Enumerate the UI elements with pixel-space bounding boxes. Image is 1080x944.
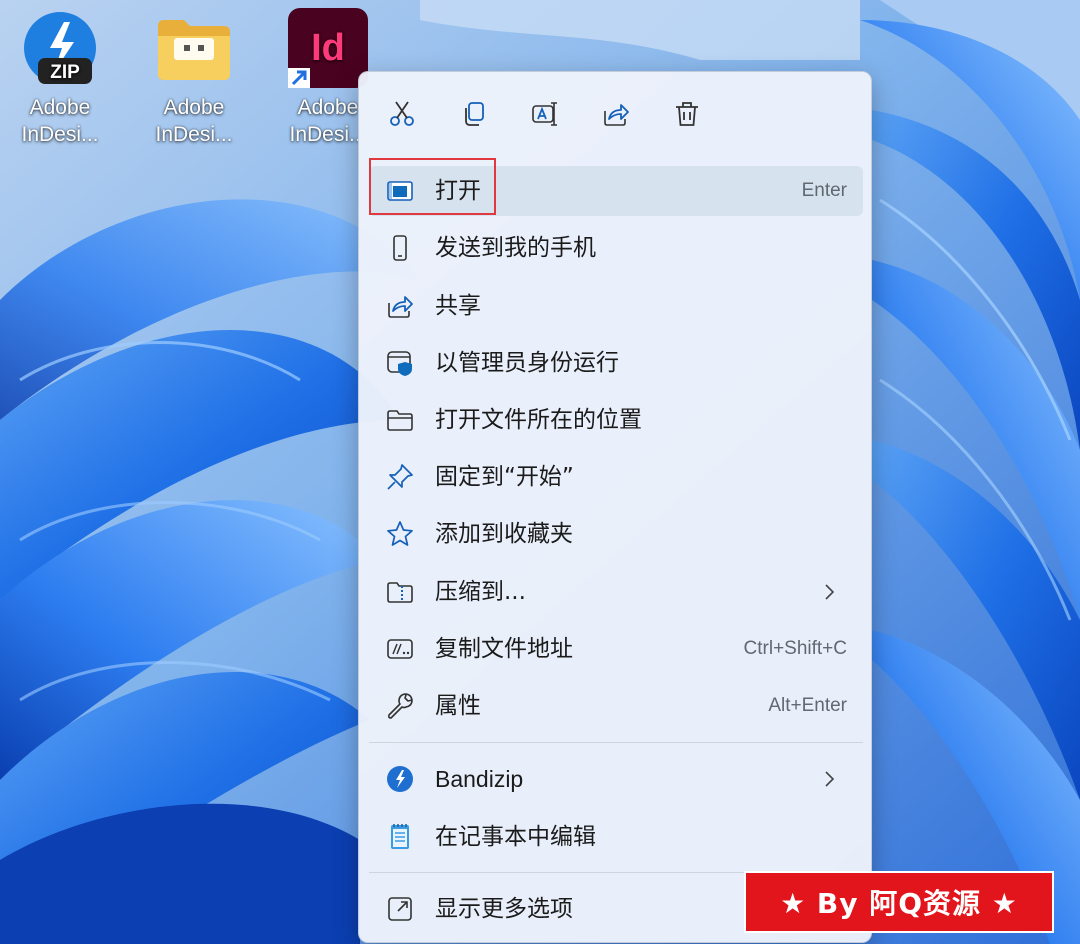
highlight-annotation-box: [369, 158, 496, 215]
phone-icon: [385, 233, 415, 263]
rename-button[interactable]: [523, 92, 567, 136]
menu-item-label: 压缩到...: [435, 579, 526, 605]
share-icon: [604, 104, 629, 126]
menu-item-bandizip[interactable]: Bandizip: [369, 754, 863, 804]
copy-button[interactable]: [452, 92, 496, 136]
desktop-icon-label: Adobe: [163, 96, 225, 119]
desktop-icon-label: InDesi...: [155, 123, 233, 146]
more-options-icon: [385, 894, 415, 924]
menu-item-label: 固定到“开始”: [435, 464, 574, 490]
menu-item-run-as-admin[interactable]: 以管理员身份运行: [369, 338, 863, 388]
menu-item-open-file-location[interactable]: 打开文件所在的位置: [369, 395, 863, 445]
rename-icon: [532, 102, 557, 126]
delete-icon: [676, 102, 698, 126]
bandizip-zip-icon: ZIP: [20, 8, 100, 88]
cut-icon: [390, 101, 414, 126]
context-menu-toolbar: [359, 92, 871, 136]
bandizip-icon: [385, 764, 415, 794]
chevron-right-icon: [825, 584, 835, 600]
zip-folder-icon: [385, 577, 415, 607]
menu-item-label: 共享: [435, 293, 481, 319]
share-icon: [385, 291, 415, 321]
folder-icon: [385, 405, 415, 435]
copy-path-icon: [385, 634, 415, 664]
desktop-icon-label: Adobe: [29, 96, 91, 119]
menu-item-edit-in-notepad[interactable]: 在记事本中编辑: [369, 812, 863, 862]
star-icon: [385, 519, 415, 549]
shield-icon: [385, 348, 415, 378]
copy-icon: [465, 102, 484, 126]
cut-button[interactable]: [380, 92, 424, 136]
desktop-icon-bandizip-archive[interactable]: ZIP Adobe InDesi...: [5, 8, 115, 148]
menu-item-label: 复制文件地址: [435, 636, 573, 662]
desktop-icon-folder[interactable]: Adobe InDesi...: [139, 8, 249, 148]
menu-item-pin-to-start[interactable]: 固定到“开始”: [369, 452, 863, 502]
menu-item-compress-to[interactable]: 压缩到...: [369, 567, 863, 617]
menu-item-properties[interactable]: 属性 Alt+Enter: [369, 681, 863, 731]
notepad-icon: [385, 822, 415, 852]
pin-icon: [385, 462, 415, 492]
share-button[interactable]: [594, 92, 638, 136]
menu-item-label: Bandizip: [435, 766, 524, 792]
menu-item-shortcut: Alt+Enter: [768, 695, 847, 716]
chevron-right-icon: [825, 771, 835, 787]
desktop-icon-label: InDesi...: [21, 123, 99, 146]
indesign-shortcut-icon: Id: [288, 8, 368, 88]
folder-icon: [154, 8, 234, 88]
menu-item-label: 显示更多选项: [435, 896, 573, 922]
menu-item-add-to-favorites[interactable]: 添加到收藏夹: [369, 509, 863, 559]
menu-separator: [369, 742, 863, 743]
wrench-icon: [385, 691, 415, 721]
menu-item-label: 添加到收藏夹: [435, 521, 573, 547]
svg-text:Id: Id: [311, 27, 345, 69]
menu-item-label: 在记事本中编辑: [435, 824, 596, 850]
menu-item-label: 打开文件所在的位置: [435, 407, 642, 433]
menu-item-share[interactable]: 共享: [369, 281, 863, 331]
menu-item-send-to-phone[interactable]: 发送到我的手机: [369, 223, 863, 273]
menu-item-label: 发送到我的手机: [435, 235, 596, 261]
menu-item-copy-as-path[interactable]: 复制文件地址 Ctrl+Shift+C: [369, 624, 863, 674]
delete-button[interactable]: [665, 92, 709, 136]
menu-item-label: 属性: [435, 693, 481, 719]
menu-item-shortcut: Enter: [801, 180, 847, 201]
watermark-badge: ★ By 阿Q资源 ★: [744, 871, 1054, 933]
menu-item-label: 以管理员身份运行: [435, 350, 619, 376]
svg-text:ZIP: ZIP: [50, 62, 80, 83]
menu-item-shortcut: Ctrl+Shift+C: [743, 638, 847, 659]
